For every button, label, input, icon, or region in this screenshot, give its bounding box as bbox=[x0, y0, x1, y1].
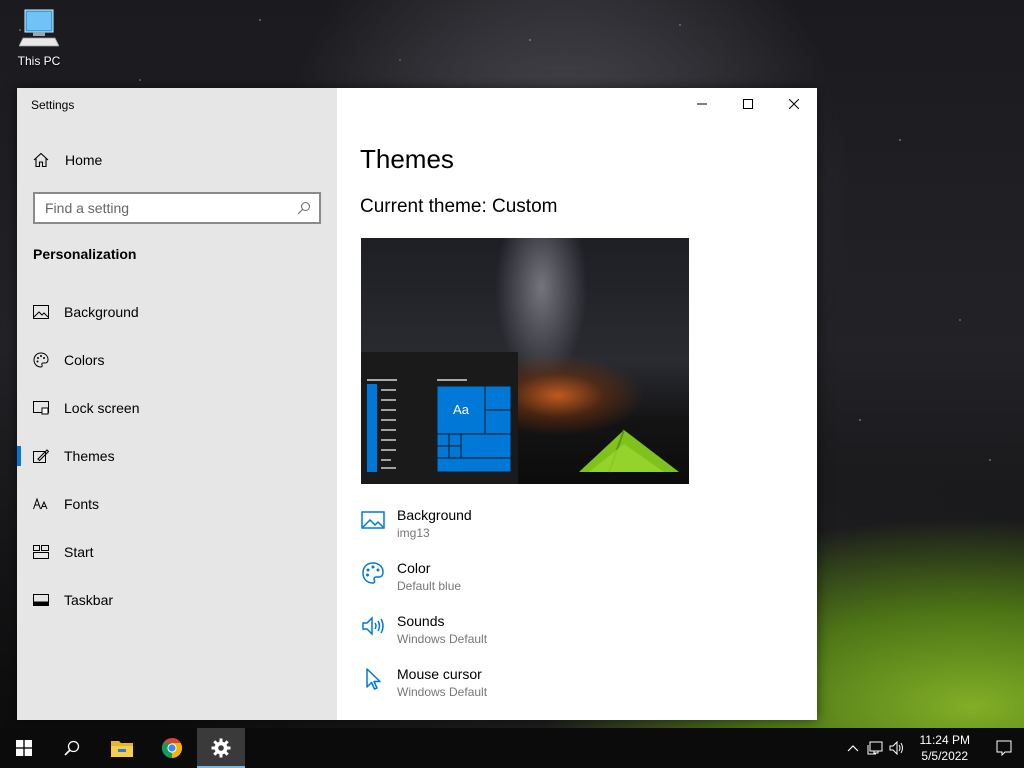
volume-icon bbox=[889, 741, 903, 755]
settings-icon bbox=[211, 738, 231, 758]
settings-window: Settings Home Personalization Background… bbox=[17, 88, 817, 720]
taskbar-icon bbox=[33, 592, 49, 608]
computer-icon bbox=[19, 9, 59, 47]
prop-value: Windows Default bbox=[397, 685, 488, 699]
preview-tile-label: Aa bbox=[453, 402, 469, 417]
minimize-button[interactable] bbox=[679, 88, 725, 120]
network-icon bbox=[867, 741, 883, 755]
image-icon bbox=[361, 511, 385, 529]
close-icon bbox=[789, 99, 799, 109]
theme-prop-mouse-cursor[interactable]: Mouse cursor Windows Default bbox=[361, 665, 801, 718]
theme-prop-color[interactable]: Color Default blue bbox=[361, 559, 801, 612]
desktop-icon-this-pc[interactable]: This PC bbox=[12, 8, 66, 68]
prop-title: Sounds bbox=[397, 613, 445, 629]
sidebar-item-label: Taskbar bbox=[64, 592, 114, 608]
home-link[interactable]: Home bbox=[33, 152, 102, 168]
window-controls bbox=[679, 88, 817, 120]
speaker-icon bbox=[362, 616, 384, 636]
taskbar-settings[interactable] bbox=[197, 728, 245, 768]
clock[interactable]: 11:24 PM 5/5/2022 bbox=[920, 732, 970, 764]
themes-icon bbox=[33, 448, 49, 464]
palette-icon bbox=[33, 352, 49, 368]
sidebar-item-label: Start bbox=[64, 544, 94, 560]
taskbar-file-explorer[interactable] bbox=[98, 728, 146, 768]
start-icon bbox=[33, 544, 49, 560]
current-theme-title: Current theme: Custom bbox=[360, 196, 558, 217]
theme-preview: Aa bbox=[361, 238, 689, 484]
sidebar-item-fonts[interactable]: Fonts bbox=[17, 480, 337, 528]
clock-date: 5/5/2022 bbox=[921, 749, 969, 763]
chevron-up-icon bbox=[847, 745, 858, 752]
sidebar-nav: Background Colors Lock screen Themes Fon… bbox=[17, 288, 337, 624]
cursor-icon bbox=[366, 668, 381, 690]
sidebar-item-background[interactable]: Background bbox=[17, 288, 337, 336]
preview-start-menu: Aa bbox=[361, 352, 518, 484]
sidebar-item-label: Fonts bbox=[64, 496, 100, 512]
search-icon bbox=[297, 202, 310, 215]
sidebar-item-label: Lock screen bbox=[64, 400, 140, 416]
prop-value: img13 bbox=[397, 526, 430, 540]
section-title: Personalization bbox=[33, 246, 137, 262]
window-title: Settings bbox=[31, 98, 75, 112]
network-button[interactable] bbox=[864, 728, 886, 768]
chrome-icon bbox=[161, 737, 183, 759]
search-icon bbox=[64, 740, 80, 756]
theme-prop-sounds[interactable]: Sounds Windows Default bbox=[361, 612, 801, 665]
home-icon bbox=[33, 152, 49, 168]
maximize-icon bbox=[743, 99, 753, 109]
show-hidden-icons-button[interactable] bbox=[842, 728, 864, 768]
theme-prop-background[interactable]: Background img13 bbox=[361, 506, 801, 559]
volume-button[interactable] bbox=[886, 728, 908, 768]
taskbar-chrome[interactable] bbox=[148, 728, 196, 768]
sidebar-item-start[interactable]: Start bbox=[17, 528, 337, 576]
sidebar-item-themes[interactable]: Themes bbox=[17, 432, 337, 480]
sidebar: Settings Home Personalization Background… bbox=[17, 88, 337, 720]
action-center-button[interactable] bbox=[984, 728, 1024, 768]
image-icon bbox=[33, 304, 49, 320]
windows-start-icon bbox=[16, 740, 32, 756]
tent-image bbox=[579, 429, 679, 473]
sidebar-item-label: Colors bbox=[64, 352, 105, 368]
prop-value: Default blue bbox=[397, 579, 462, 593]
sidebar-item-taskbar[interactable]: Taskbar bbox=[17, 576, 337, 624]
system-tray: 11:24 PM 5/5/2022 bbox=[842, 728, 1024, 768]
palette-icon bbox=[362, 562, 384, 584]
sidebar-item-lock-screen[interactable]: Lock screen bbox=[17, 384, 337, 432]
taskbar: 11:24 PM 5/5/2022 bbox=[0, 728, 1024, 768]
notification-icon bbox=[996, 740, 1012, 756]
search-input[interactable] bbox=[45, 200, 297, 216]
desktop-icon-label: This PC bbox=[17, 54, 61, 68]
maximize-button[interactable] bbox=[725, 88, 771, 120]
sidebar-item-label: Themes bbox=[64, 448, 115, 464]
close-button[interactable] bbox=[771, 88, 817, 120]
content-pane: Themes Current theme: Custom Aa Backgrou… bbox=[337, 88, 817, 720]
search-box[interactable] bbox=[33, 192, 321, 224]
sidebar-item-colors[interactable]: Colors bbox=[17, 336, 337, 384]
clock-time: 11:24 PM bbox=[919, 733, 970, 747]
prop-title: Background bbox=[397, 507, 472, 523]
fonts-icon bbox=[33, 496, 49, 512]
taskbar-search-button[interactable] bbox=[48, 728, 96, 768]
prop-title: Mouse cursor bbox=[397, 666, 482, 682]
start-button[interactable] bbox=[0, 728, 48, 768]
sidebar-item-label: Background bbox=[64, 304, 139, 320]
theme-properties: Background img13 Color Default blue Soun… bbox=[361, 506, 801, 718]
lock-screen-icon bbox=[33, 400, 49, 416]
home-label: Home bbox=[65, 152, 103, 168]
prop-title: Color bbox=[397, 560, 431, 576]
minimize-icon bbox=[697, 103, 707, 105]
file-explorer-icon bbox=[111, 741, 133, 757]
prop-value: Windows Default bbox=[397, 632, 488, 646]
page-title: Themes bbox=[360, 144, 454, 174]
